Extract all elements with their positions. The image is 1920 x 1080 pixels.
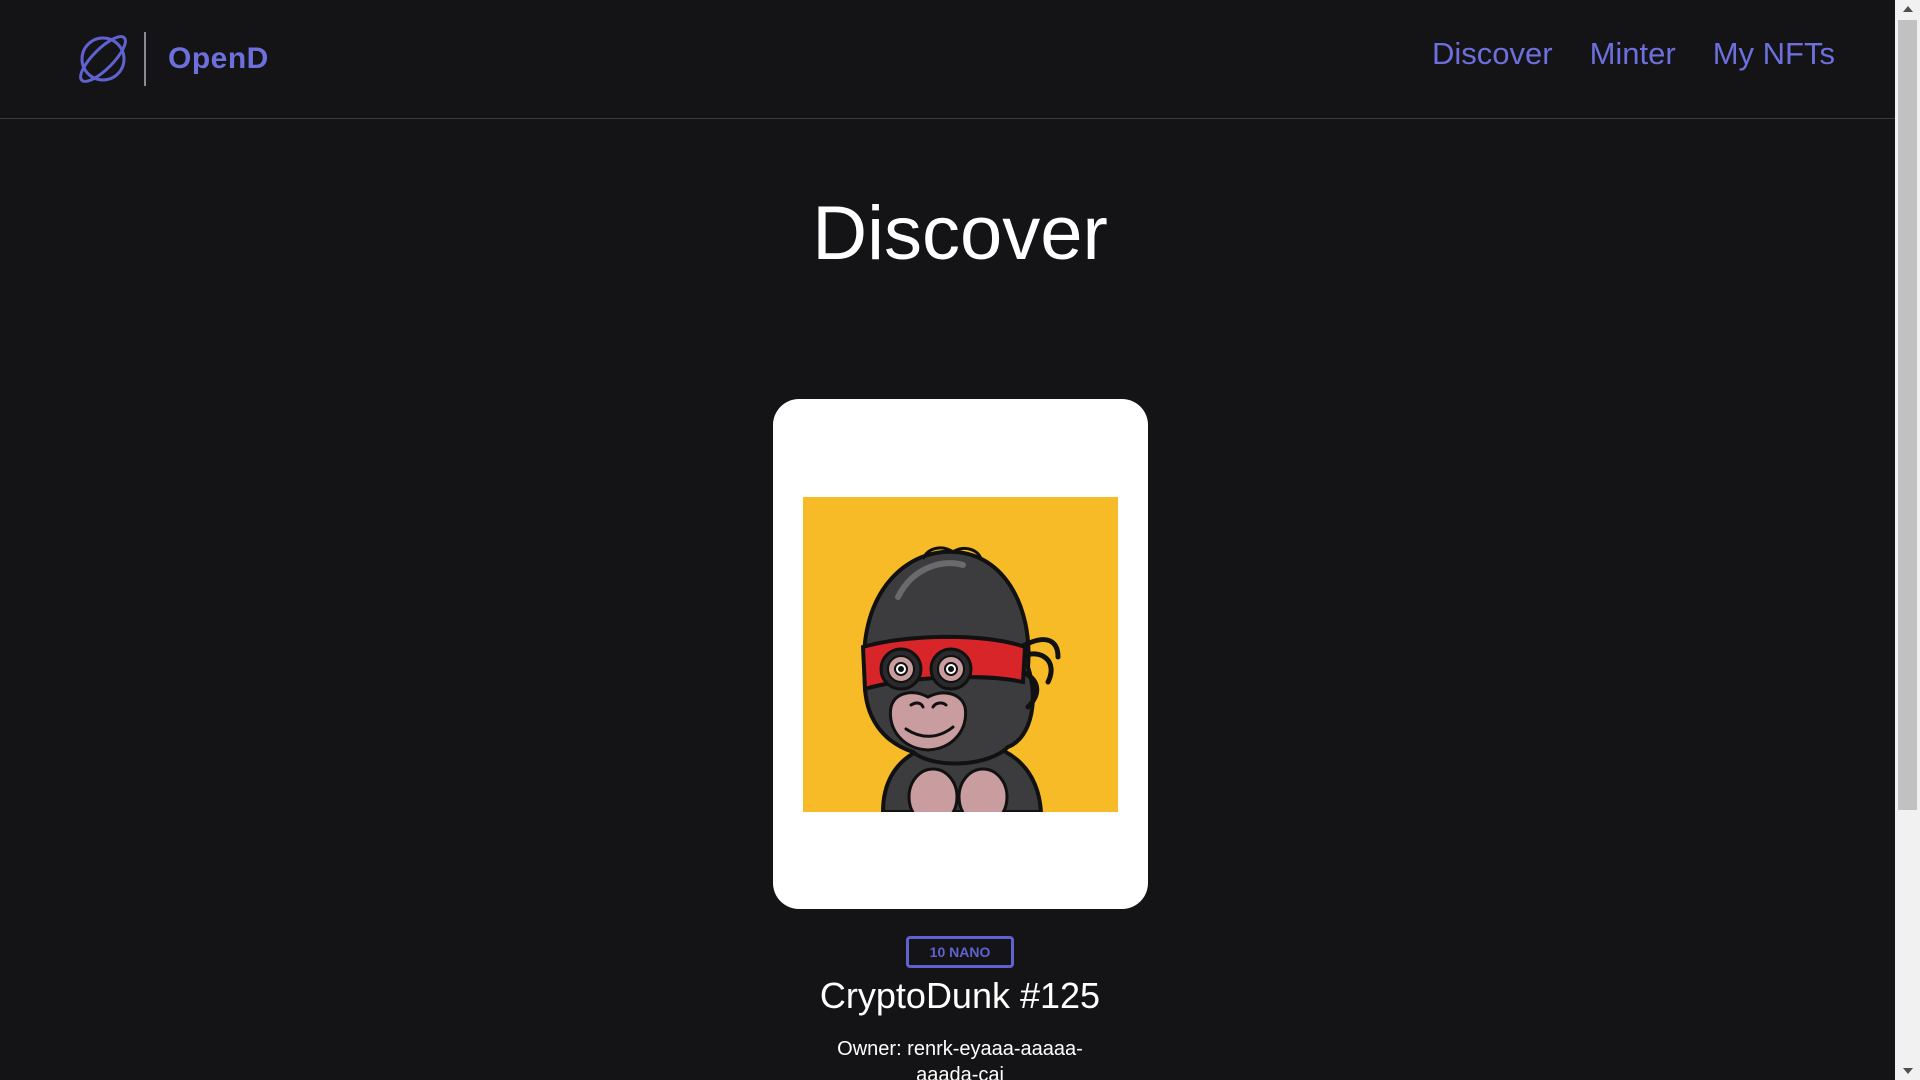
page-viewport: OpenD Discover Minter My NFTs Discover 1… — [0, 0, 1895, 1080]
nav-my-nfts[interactable]: My NFTs — [1713, 36, 1835, 72]
planet-icon — [79, 35, 127, 83]
nav-discover[interactable]: Discover — [1432, 36, 1553, 72]
brand-name[interactable]: OpenD — [168, 42, 269, 76]
scroll-up-arrow-icon[interactable] — [1895, 0, 1920, 18]
logo-divider — [144, 32, 146, 86]
top-navbar: OpenD Discover Minter My NFTs — [0, 0, 1895, 119]
scrollbar-thumb[interactable] — [1898, 20, 1917, 810]
nft-name: CryptoDunk #125 — [819, 975, 1101, 1016]
scroll-down-arrow-icon[interactable] — [1895, 1062, 1920, 1080]
masked-gorilla-nft-image — [803, 497, 1118, 812]
nav-minter[interactable]: Minter — [1590, 36, 1676, 72]
nft-image[interactable] — [803, 497, 1118, 812]
nft-owner: Owner: renrk-eyaaa-aaaaa-aaada-cai — [837, 1038, 1083, 1080]
vertical-scrollbar[interactable] — [1895, 0, 1920, 1080]
price-badge: 10 NANO — [906, 936, 1014, 968]
page-title: Discover — [812, 191, 1108, 276]
logo[interactable]: OpenD — [72, 27, 269, 91]
nft-card[interactable] — [773, 399, 1148, 909]
main-nav: Discover Minter My NFTs — [1395, 36, 1835, 72]
